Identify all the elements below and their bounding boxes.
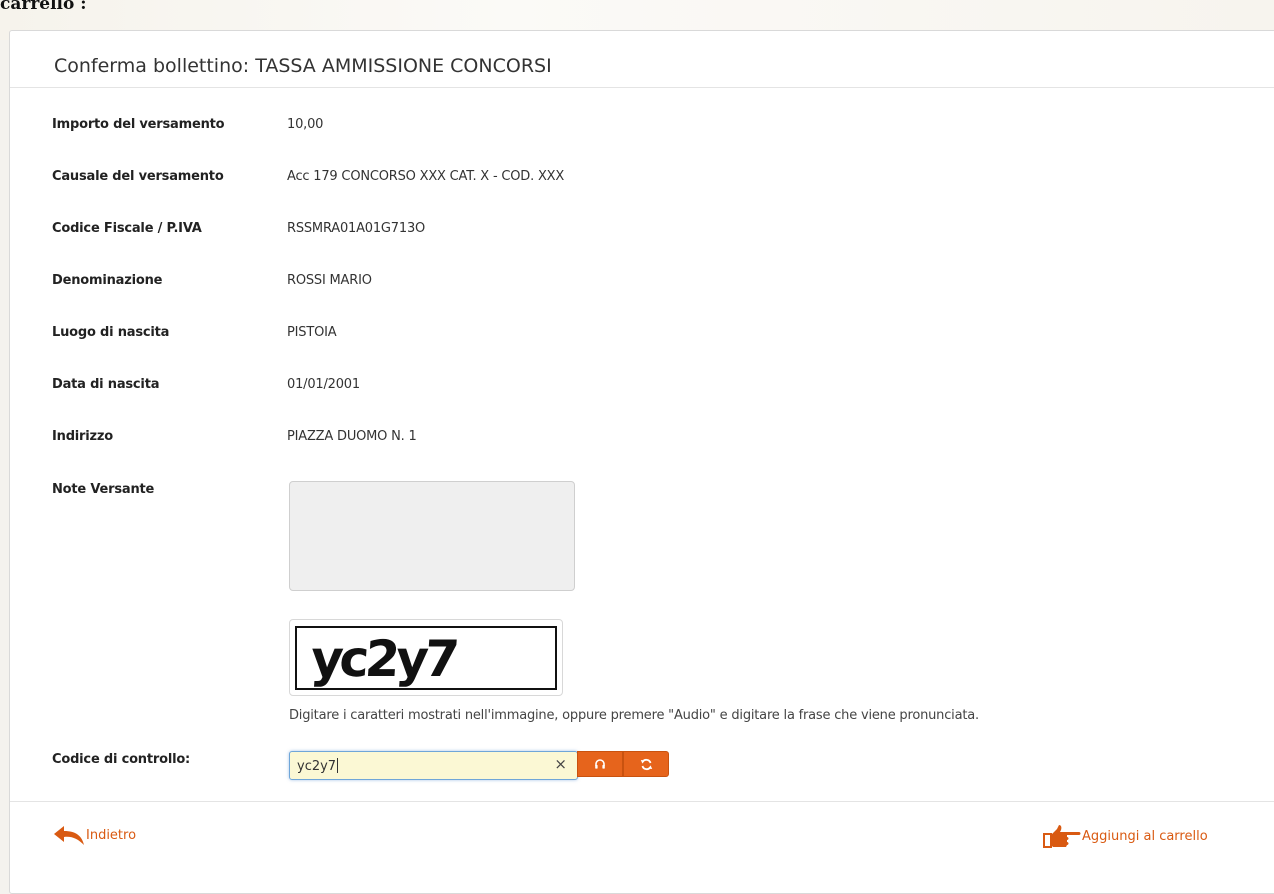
field-label-denominazione: Denominazione [52, 273, 163, 288]
field-label-luogo-nascita: Luogo di nascita [52, 325, 170, 340]
confirm-panel: Conferma bollettino: TASSA AMMISSIONE CO… [9, 30, 1274, 894]
notes-label: Note Versante [52, 482, 155, 497]
divider [10, 801, 1274, 802]
captcha-image: yc2y7 [295, 626, 557, 690]
field-value-codice-fiscale: RSSMRA01A01G713O [287, 221, 426, 236]
captcha-input-value: yc2y7 [297, 758, 339, 774]
notes-textarea[interactable] [289, 481, 575, 591]
field-value-indirizzo: PIAZZA DUOMO N. 1 [287, 429, 417, 444]
add-to-cart-label: Aggiungi al carrello [1082, 828, 1208, 844]
audio-button[interactable] [577, 751, 623, 777]
field-label-data-nascita: Data di nascita [52, 377, 160, 392]
page-heading: carrello : [0, 0, 87, 14]
captcha-help-text: Digitare i caratteri mostrati nell'immag… [289, 708, 979, 723]
refresh-icon [640, 758, 652, 770]
field-value-data-nascita: 01/01/2001 [287, 377, 360, 392]
captcha-image-text: yc2y7 [308, 630, 458, 688]
captcha-box: yc2y7 [289, 619, 563, 696]
clear-input-icon[interactable]: × [554, 755, 567, 773]
field-label-causale: Causale del versamento [52, 169, 224, 184]
panel-title: Conferma bollettino: TASSA AMMISSIONE CO… [54, 55, 552, 77]
captcha-input[interactable]: yc2y7 × [289, 751, 578, 780]
reply-arrow-icon [54, 826, 84, 845]
field-value-luogo-nascita: PISTOIA [287, 325, 337, 340]
hand-pointing-right-icon [1043, 825, 1081, 848]
refresh-captcha-button[interactable] [623, 751, 669, 777]
field-value-denominazione: ROSSI MARIO [287, 273, 372, 288]
field-label-indirizzo: Indirizzo [52, 429, 113, 444]
add-to-cart-link[interactable]: Aggiungi al carrello [1042, 824, 1208, 848]
divider [10, 87, 1274, 88]
captcha-input-label: Codice di controllo: [52, 752, 191, 767]
field-value-importo: 10,00 [287, 117, 324, 132]
field-label-codice-fiscale: Codice Fiscale / P.IVA [52, 221, 202, 236]
field-label-importo: Importo del versamento [52, 117, 225, 132]
field-value-causale: Acc 179 CONCORSO XXX CAT. X - COD. XXX [287, 169, 565, 184]
back-link[interactable]: Indietro [52, 824, 136, 846]
back-label: Indietro [86, 827, 137, 843]
headphones-icon [595, 759, 605, 769]
